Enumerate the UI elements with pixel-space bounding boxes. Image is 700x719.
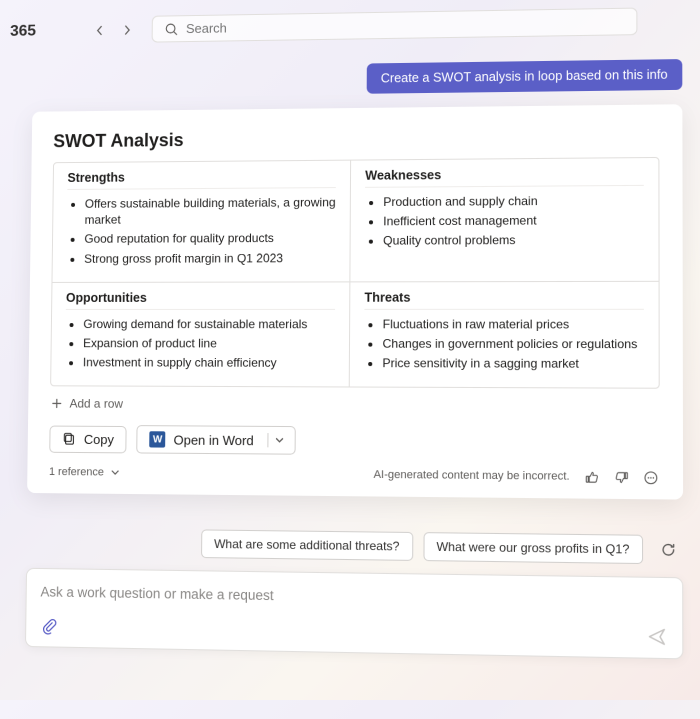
thumbs-up-icon xyxy=(584,469,600,485)
search-box[interactable] xyxy=(151,8,637,43)
ai-disclaimer: AI-generated content may be incorrect. xyxy=(373,469,569,483)
send-icon xyxy=(646,626,667,647)
user-message-bubble: Create a SWOT analysis in loop based on … xyxy=(367,59,683,94)
opportunities-heading: Opportunities xyxy=(66,290,335,309)
list-item: Fluctuations in raw material prices xyxy=(383,316,644,333)
word-icon xyxy=(150,432,166,448)
chevron-left-icon xyxy=(94,25,104,35)
suggestion-chip[interactable]: What are some additional threats? xyxy=(201,530,413,562)
list-item: Investment in supply chain efficiency xyxy=(83,354,335,371)
nav-forward-button[interactable] xyxy=(118,20,136,38)
list-item: Strong gross profit margin in Q1 2023 xyxy=(84,249,335,266)
thumbs-down-icon xyxy=(613,469,629,485)
plus-icon xyxy=(52,399,62,409)
search-icon xyxy=(164,22,178,36)
chevron-down-icon xyxy=(275,435,285,445)
refresh-icon xyxy=(660,542,677,559)
list-item: Production and supply chain xyxy=(383,192,644,210)
references-toggle[interactable]: 1 reference xyxy=(49,466,120,479)
search-input[interactable] xyxy=(186,14,624,36)
list-item: Offers sustainable building materials, a… xyxy=(85,194,336,228)
chevron-right-icon xyxy=(122,25,132,35)
open-in-word-label: Open in Word xyxy=(173,432,253,448)
composer-input[interactable] xyxy=(40,585,667,610)
thumbs-up-button[interactable] xyxy=(582,468,601,487)
chevron-down-icon xyxy=(110,468,120,478)
swot-table: Strengths Offers sustainable building ma… xyxy=(50,157,660,389)
nav-back-button[interactable] xyxy=(91,21,109,39)
refresh-suggestions-button[interactable] xyxy=(654,535,684,565)
composer[interactable] xyxy=(25,568,683,660)
assistant-response-card: SWOT Analysis Strengths Offers sustainab… xyxy=(27,104,683,500)
thumbs-down-button[interactable] xyxy=(612,468,631,487)
copy-button[interactable]: Copy xyxy=(49,425,127,453)
card-title: SWOT Analysis xyxy=(53,125,659,152)
references-label: 1 reference xyxy=(49,466,104,479)
threats-heading: Threats xyxy=(364,290,643,310)
paperclip-icon xyxy=(40,617,58,636)
list-item: Price sensitivity in a sagging market xyxy=(382,355,644,372)
weaknesses-heading: Weaknesses xyxy=(365,166,644,188)
open-in-word-button[interactable]: Open in Word xyxy=(137,425,297,455)
send-button[interactable] xyxy=(646,626,667,647)
list-item: Changes in government policies or regula… xyxy=(382,335,643,352)
copy-icon xyxy=(62,432,76,446)
list-item: Good reputation for quality products xyxy=(84,230,335,247)
comment-icon xyxy=(642,470,658,486)
strengths-heading: Strengths xyxy=(67,169,336,190)
list-item: Inefficient cost management xyxy=(383,212,644,230)
attach-button[interactable] xyxy=(40,617,58,636)
list-item: Expansion of product line xyxy=(83,335,335,352)
list-item: Quality control problems xyxy=(383,232,644,250)
suggestion-chip[interactable]: What were our gross profits in Q1? xyxy=(423,532,643,564)
open-in-word-dropdown[interactable] xyxy=(268,433,291,447)
add-row-label: Add a row xyxy=(69,397,123,411)
brand-label: 365 xyxy=(6,22,36,40)
copy-label: Copy xyxy=(84,432,114,447)
add-row-button[interactable]: Add a row xyxy=(50,387,660,421)
more-feedback-button[interactable] xyxy=(641,468,660,487)
list-item: Growing demand for sustainable materials xyxy=(83,316,335,333)
